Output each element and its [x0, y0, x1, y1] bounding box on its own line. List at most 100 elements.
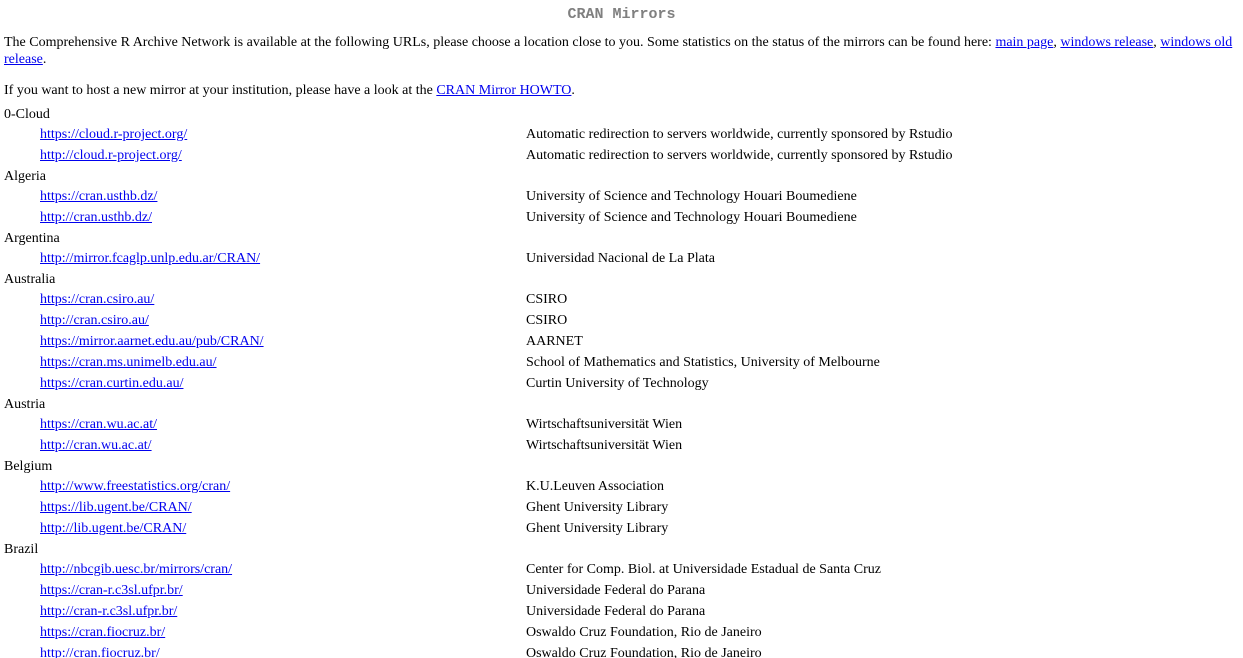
mirror-row: http://lib.ugent.be/CRAN/Ghent Universit…	[4, 519, 1226, 540]
mirror-description: Universidad Nacional de La Plata	[526, 251, 715, 266]
mirror-url-cell: https://cloud.r-project.org/	[40, 125, 526, 146]
mirror-row: http://www.freestatistics.org/cran/K.U.L…	[4, 477, 1226, 498]
mirror-url-cell: https://cran-r.c3sl.ufpr.br/	[40, 581, 526, 602]
mirror-url-cell: http://mirror.fcaglp.unlp.edu.ar/CRAN/	[40, 249, 526, 270]
mirror-row: https://cran.curtin.edu.au/Curtin Univer…	[4, 374, 1226, 395]
mirror-url-cell: https://cran.ms.unimelb.edu.au/	[40, 353, 526, 374]
country-name: Australia	[4, 272, 56, 287]
page: CRAN Mirrors The Comprehensive R Archive…	[0, 6, 1243, 658]
row-indent	[4, 519, 40, 540]
intro-paragraph: The Comprehensive R Archive Network is a…	[4, 34, 1239, 68]
country-row: Argentina	[4, 229, 1226, 249]
mirror-link[interactable]: https://cloud.r-project.org/	[40, 127, 187, 142]
mirror-link[interactable]: https://cran-r.c3sl.ufpr.br/	[40, 583, 183, 598]
mirror-row: https://cran.csiro.au/CSIRO	[4, 290, 1226, 311]
country-name: Austria	[4, 397, 46, 412]
mirror-description: Ghent University Library	[526, 521, 669, 536]
mirror-link[interactable]: http://cran.fiocruz.br/	[40, 646, 160, 658]
row-indent	[4, 146, 40, 167]
mirror-row: https://cran.wu.ac.at/Wirtschaftsunivers…	[4, 415, 1226, 436]
mirror-description: School of Mathematics and Statistics, Un…	[526, 355, 880, 370]
mirror-link[interactable]: http://mirror.fcaglp.unlp.edu.ar/CRAN/	[40, 251, 260, 266]
mirror-description: Universidade Federal do Parana	[526, 583, 706, 598]
mirror-link[interactable]: https://cran.wu.ac.at/	[40, 417, 157, 432]
mirror-description: Ghent University Library	[526, 500, 669, 515]
mirror-link[interactable]: https://cran.fiocruz.br/	[40, 625, 165, 640]
mirror-description: Automatic redirection to servers worldwi…	[526, 127, 953, 142]
mirror-row: https://cran.usthb.dz/University of Scie…	[4, 187, 1226, 208]
mirror-howto-link[interactable]: CRAN Mirror HOWTO	[436, 83, 571, 98]
intro-end: .	[42, 52, 47, 67]
row-indent	[4, 125, 40, 146]
mirror-url-cell: http://cloud.r-project.org/	[40, 146, 526, 167]
mirror-description: Center for Comp. Biol. at Universidade E…	[526, 562, 881, 577]
mirror-description: Wirtschaftsuniversität Wien	[526, 438, 683, 453]
intro-text: The Comprehensive R Archive Network is a…	[4, 35, 996, 50]
mirror-link[interactable]: http://cran.wu.ac.at/	[40, 438, 152, 453]
mirror-row: http://nbcgib.uesc.br/mirrors/cran/Cente…	[4, 560, 1226, 581]
mirror-link[interactable]: http://cran.usthb.dz/	[40, 210, 152, 225]
row-indent	[4, 436, 40, 457]
country-name: 0-Cloud	[4, 107, 50, 122]
row-indent	[4, 623, 40, 644]
mirror-link[interactable]: http://cran.csiro.au/	[40, 313, 149, 328]
country-name: Argentina	[4, 231, 60, 246]
country-row: Brazil	[4, 540, 1226, 560]
mirror-description: Automatic redirection to servers worldwi…	[526, 148, 953, 163]
country-row: 0-Cloud	[4, 105, 1226, 125]
host-end: .	[571, 83, 575, 98]
mirror-description: Wirtschaftsuniversität Wien	[526, 417, 683, 432]
mirror-link[interactable]: https://cran.csiro.au/	[40, 292, 154, 307]
mirror-description: AARNET	[526, 334, 583, 349]
mirror-link[interactable]: http://cran-r.c3sl.ufpr.br/	[40, 604, 177, 619]
main-page-link[interactable]: main page	[995, 35, 1053, 50]
host-text: If you want to host a new mirror at your…	[4, 83, 437, 98]
mirror-url-cell: http://nbcgib.uesc.br/mirrors/cran/	[40, 560, 526, 581]
row-indent	[4, 374, 40, 395]
mirror-link[interactable]: http://nbcgib.uesc.br/mirrors/cran/	[40, 562, 232, 577]
mirror-link[interactable]: http://www.freestatistics.org/cran/	[40, 479, 230, 494]
mirror-link[interactable]: http://lib.ugent.be/CRAN/	[40, 521, 186, 536]
row-indent	[4, 249, 40, 270]
mirror-row: http://cran.usthb.dz/University of Scien…	[4, 208, 1226, 229]
row-indent	[4, 644, 40, 658]
row-indent	[4, 208, 40, 229]
mirror-url-cell: https://mirror.aarnet.edu.au/pub/CRAN/	[40, 332, 526, 353]
mirror-description: Universidade Federal do Parana	[526, 604, 706, 619]
country-row: Austria	[4, 395, 1226, 415]
mirror-link[interactable]: http://cloud.r-project.org/	[40, 148, 182, 163]
mirror-url-cell: http://cran-r.c3sl.ufpr.br/	[40, 602, 526, 623]
mirror-description: CSIRO	[526, 292, 568, 307]
row-indent	[4, 290, 40, 311]
mirror-row: https://cran-r.c3sl.ufpr.br/Universidade…	[4, 581, 1226, 602]
mirror-description: K.U.Leuven Association	[526, 479, 665, 494]
mirror-link[interactable]: https://mirror.aarnet.edu.au/pub/CRAN/	[40, 334, 264, 349]
mirror-url-cell: https://cran.usthb.dz/	[40, 187, 526, 208]
mirror-link[interactable]: https://lib.ugent.be/CRAN/	[40, 500, 192, 515]
mirror-link[interactable]: https://cran.curtin.edu.au/	[40, 376, 183, 391]
country-name: Brazil	[4, 542, 39, 557]
windows-release-link[interactable]: windows release	[1060, 35, 1153, 50]
mirror-description: Oswaldo Cruz Foundation, Rio de Janeiro	[526, 646, 762, 658]
mirror-row: http://cran-r.c3sl.ufpr.br/Universidade …	[4, 602, 1226, 623]
mirror-url-cell: https://cran.curtin.edu.au/	[40, 374, 526, 395]
mirror-row: https://mirror.aarnet.edu.au/pub/CRAN/AA…	[4, 332, 1226, 353]
row-indent	[4, 477, 40, 498]
mirror-link[interactable]: https://cran.ms.unimelb.edu.au/	[40, 355, 217, 370]
row-indent	[4, 353, 40, 374]
mirror-table-body: 0-Cloud https://cloud.r-project.org/Autom…	[4, 105, 1226, 658]
mirror-row: https://cloud.r-project.org/Automatic re…	[4, 125, 1226, 146]
page-title: CRAN Mirrors	[567, 6, 676, 23]
mirror-row: http://cran.wu.ac.at/Wirtschaftsuniversi…	[4, 436, 1226, 457]
row-indent	[4, 332, 40, 353]
mirror-url-cell: http://cran.csiro.au/	[40, 311, 526, 332]
row-indent	[4, 311, 40, 332]
row-indent	[4, 187, 40, 208]
mirror-url-cell: http://lib.ugent.be/CRAN/	[40, 519, 526, 540]
mirror-url-cell: http://cran.fiocruz.br/	[40, 644, 526, 658]
mirror-url-cell: http://cran.wu.ac.at/	[40, 436, 526, 457]
country-name: Algeria	[4, 169, 46, 184]
mirror-link[interactable]: https://cran.usthb.dz/	[40, 189, 157, 204]
mirror-row: https://lib.ugent.be/CRAN/Ghent Universi…	[4, 498, 1226, 519]
mirror-row: https://cran.ms.unimelb.edu.au/School of…	[4, 353, 1226, 374]
